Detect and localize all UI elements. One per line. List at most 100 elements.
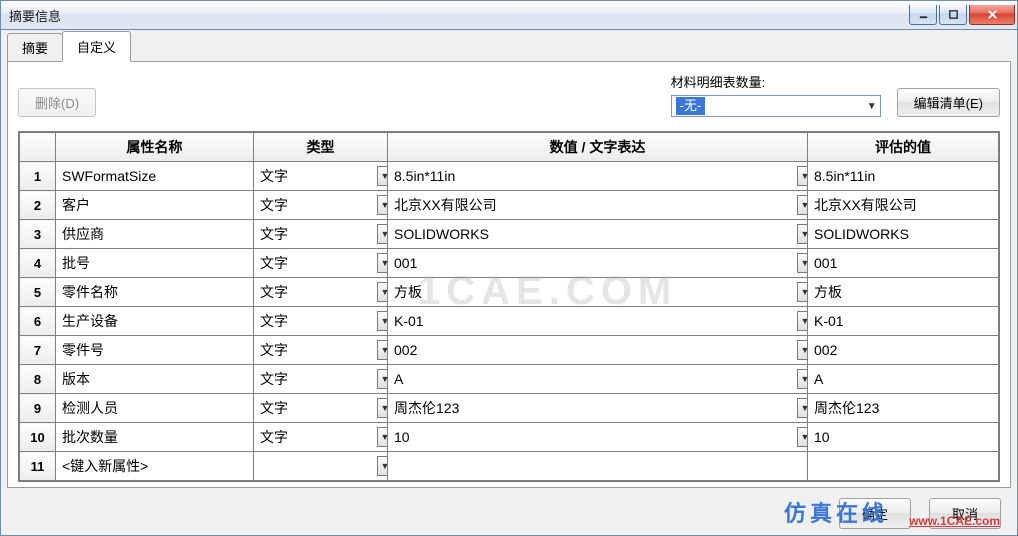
cell-property-name[interactable]: <键入新属性> [56,452,254,481]
chevron-down-icon[interactable]: ▼ [377,427,388,447]
cell-property-name[interactable]: 客户 [56,191,254,220]
row-number[interactable]: 5 [20,278,56,307]
cell-evaluated: A [808,365,999,394]
type-text: 文字 [254,311,377,331]
cell-evaluated: 8.5in*11in [808,162,999,191]
window-buttons [909,5,1015,25]
cell-value[interactable]: SOLIDWORKS▼ [388,220,808,249]
chevron-down-icon[interactable]: ▼ [797,369,808,389]
chevron-down-icon[interactable]: ▼ [797,195,808,215]
cell-type[interactable]: 文字▼ [254,220,388,249]
properties-grid: 属性名称 类型 数值 / 文字表达 评估的值 1SWFormatSize文字▼8… [18,131,1000,482]
bom-value: -无- [676,97,706,115]
cell-property-name[interactable]: 零件名称 [56,278,254,307]
chevron-down-icon[interactable]: ▼ [797,311,808,331]
close-button[interactable] [969,5,1015,25]
chevron-down-icon[interactable]: ▼ [797,166,808,186]
cell-type[interactable]: 文字▼ [254,336,388,365]
table-row: 1SWFormatSize文字▼8.5in*11in▼8.5in*11in [20,162,999,191]
cell-type[interactable]: 文字▼ [254,394,388,423]
ok-button[interactable]: 确定 [839,498,911,529]
row-number[interactable]: 9 [20,394,56,423]
cell-property-name[interactable]: 零件号 [56,336,254,365]
close-icon [987,9,998,20]
chevron-down-icon[interactable]: ▼ [377,456,388,476]
row-number[interactable]: 1 [20,162,56,191]
chevron-down-icon[interactable]: ▼ [377,340,388,360]
cell-evaluated: 10 [808,423,999,452]
value-text: 方板 [388,282,797,302]
bom-combo[interactable]: -无- ▼ [671,95,881,117]
row-number[interactable]: 6 [20,307,56,336]
tab-custom[interactable]: 自定义 [62,31,131,62]
chevron-down-icon[interactable]: ▼ [797,253,808,273]
chevron-down-icon[interactable]: ▼ [377,282,388,302]
row-number[interactable]: 7 [20,336,56,365]
cell-property-name[interactable]: 批号 [56,249,254,278]
cell-value[interactable]: 8.5in*11in▼ [388,162,808,191]
cell-evaluated: 002 [808,336,999,365]
row-number[interactable]: 8 [20,365,56,394]
window-title: 摘要信息 [9,6,909,25]
cell-type[interactable]: 文字▼ [254,365,388,394]
chevron-down-icon[interactable]: ▼ [797,282,808,302]
cell-property-name[interactable]: 供应商 [56,220,254,249]
row-number[interactable]: 3 [20,220,56,249]
title-bar: 摘要信息 [0,0,1018,30]
cell-type[interactable]: ▼ [254,452,388,481]
table-row: 3供应商文字▼SOLIDWORKS▼SOLIDWORKS [20,220,999,249]
chevron-down-icon[interactable]: ▼ [377,311,388,331]
cell-type[interactable]: 文字▼ [254,307,388,336]
cell-type[interactable]: 文字▼ [254,423,388,452]
cell-evaluated [808,452,999,481]
cell-value[interactable]: 北京XX有限公司▼ [388,191,808,220]
chevron-down-icon[interactable]: ▼ [377,166,388,186]
cell-value[interactable]: 方板▼ [388,278,808,307]
cell-value[interactable] [388,452,808,481]
cell-value[interactable]: 002▼ [388,336,808,365]
delete-button[interactable]: 删除(D) [18,88,96,117]
cell-value[interactable]: K-01▼ [388,307,808,336]
value-text: 周杰伦123 [388,398,797,418]
cell-property-name[interactable]: SWFormatSize [56,162,254,191]
chevron-down-icon[interactable]: ▼ [797,340,808,360]
cell-type[interactable]: 文字▼ [254,249,388,278]
cell-type[interactable]: 文字▼ [254,162,388,191]
cell-property-name[interactable]: 生产设备 [56,307,254,336]
cell-type[interactable]: 文字▼ [254,191,388,220]
cancel-button[interactable]: 取消 [929,498,1001,529]
chevron-down-icon[interactable]: ▼ [377,369,388,389]
row-number[interactable]: 2 [20,191,56,220]
cell-evaluated: 周杰伦123 [808,394,999,423]
edit-list-button[interactable]: 编辑清单(E) [897,88,1000,117]
cell-value[interactable]: 001▼ [388,249,808,278]
type-text: 文字 [254,166,377,186]
value-text: 002 [388,342,797,358]
chevron-down-icon[interactable]: ▼ [797,398,808,418]
tab-summary[interactable]: 摘要 [7,33,63,62]
chevron-down-icon[interactable]: ▼ [797,427,808,447]
header-type: 类型 [254,133,388,162]
minimize-icon [918,9,929,20]
chevron-down-icon[interactable]: ▼ [377,253,388,273]
minimize-button[interactable] [909,5,937,25]
row-number[interactable]: 11 [20,452,56,481]
row-number[interactable]: 10 [20,423,56,452]
table-row: 2客户文字▼北京XX有限公司▼北京XX有限公司 [20,191,999,220]
cell-property-name[interactable]: 版本 [56,365,254,394]
chevron-down-icon[interactable]: ▼ [377,195,388,215]
cell-property-name[interactable]: 批次数量 [56,423,254,452]
maximize-button[interactable] [939,5,967,25]
cell-property-name[interactable]: 检测人员 [56,394,254,423]
cell-value[interactable]: 10▼ [388,423,808,452]
cell-type[interactable]: 文字▼ [254,278,388,307]
header-rownum [20,133,56,162]
top-controls: 删除(D) 材料明细表数量: -无- ▼ 编辑清单(E) [18,72,1000,117]
chevron-down-icon[interactable]: ▼ [377,398,388,418]
row-number[interactable]: 4 [20,249,56,278]
type-text: 文字 [254,253,377,273]
chevron-down-icon[interactable]: ▼ [377,224,388,244]
chevron-down-icon[interactable]: ▼ [797,224,808,244]
cell-value[interactable]: A▼ [388,365,808,394]
cell-value[interactable]: 周杰伦123▼ [388,394,808,423]
